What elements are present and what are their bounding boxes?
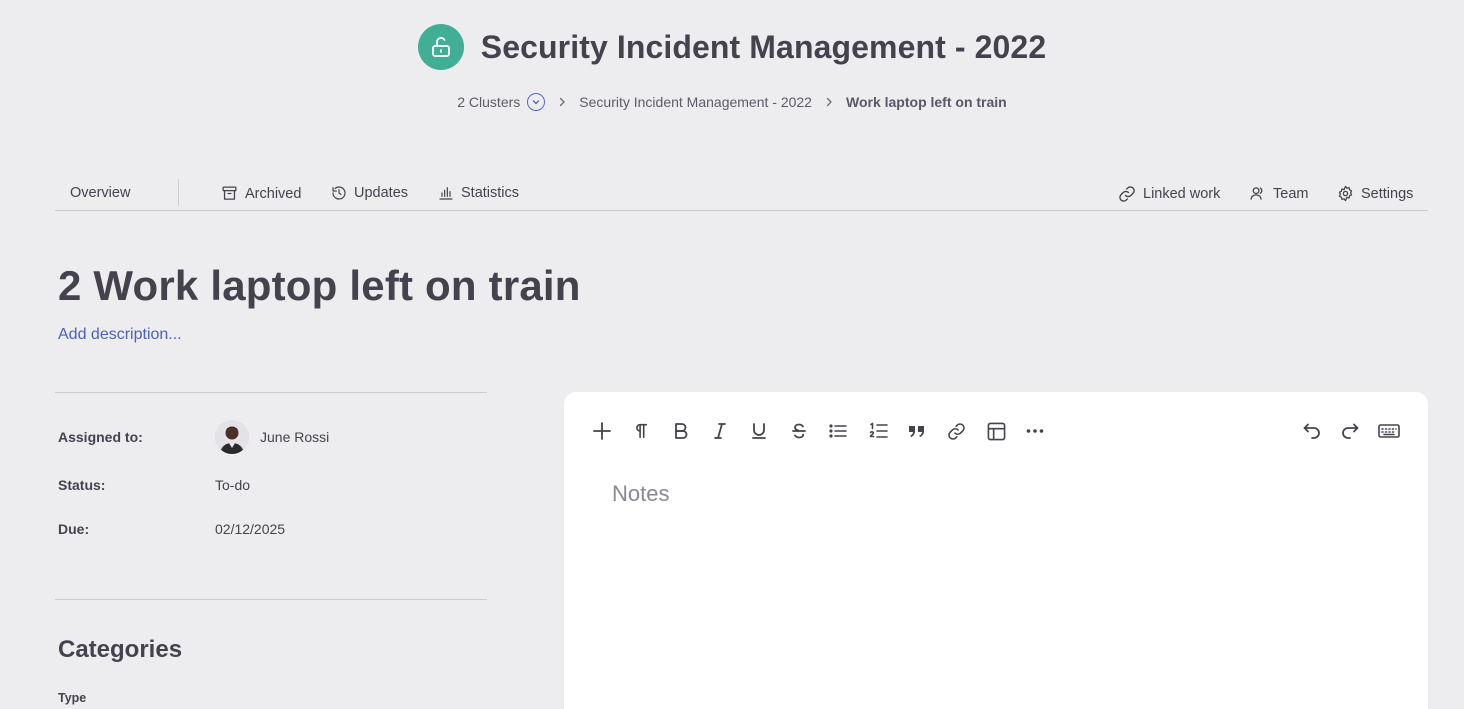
chevron-right-icon [825,97,833,107]
user-icon [1250,187,1263,200]
add-description-link[interactable]: Add description... [58,326,182,344]
plus-icon[interactable] [590,419,614,443]
breadcrumb-project[interactable]: Security Incident Management - 2022 [579,94,812,110]
due-value[interactable]: 02/12/2025 [215,521,285,537]
assignee[interactable]: June Rossi [215,420,329,454]
categories-title: Categories [58,636,183,663]
type-label: Type [58,691,87,705]
page-header: Security Incident Management - 2022 [0,24,1464,70]
undo-icon[interactable] [1300,419,1324,443]
status-value[interactable]: To-do [215,477,250,493]
underline-icon[interactable] [747,419,771,443]
more-icon[interactable] [1023,419,1047,443]
status-label: Status: [58,477,106,493]
app-title: Security Incident Management - 2022 [480,28,1047,65]
tab-statistics[interactable]: Statistics [438,185,519,201]
bullet-list-icon[interactable] [826,419,850,443]
tab-team-label: Team [1273,185,1309,202]
divider [55,392,487,393]
due-label: Due: [58,521,90,537]
notes-editor: Notes [564,392,1428,709]
tab-overview[interactable]: Overview [70,185,130,201]
link-icon[interactable] [944,419,968,443]
divider [55,599,487,600]
gear-icon [1338,185,1353,202]
chevron-down-icon[interactable] [527,93,546,111]
tab-statistics-label: Statistics [461,185,520,201]
tab-updates[interactable]: Updates [331,185,408,201]
breadcrumb-clusters[interactable]: 2 Clusters [457,93,546,111]
nav-divider [178,179,179,206]
table-icon[interactable] [984,419,1008,443]
archive-icon [222,186,237,200]
item-title: 2 Work laptop left on train [58,262,581,309]
numbered-list-icon[interactable] [866,419,890,443]
assigned-label: Assigned to: [58,429,143,445]
tab-archived-label: Archived [245,185,302,202]
page: Security Incident Management - 2022 2 Cl… [0,0,1464,709]
lock-open-icon [417,24,464,70]
redo-icon[interactable] [1338,419,1362,443]
strikethrough-icon[interactable] [787,419,811,443]
keyboard-icon[interactable] [1377,419,1401,443]
tab-updates-label: Updates [354,185,409,201]
breadcrumb-current: Work laptop left on train [845,94,1007,110]
tab-bar: Overview Archived Updates Statistics Lin… [55,179,1428,211]
breadcrumb: 2 Clusters Security Incident Management … [0,93,1464,111]
avatar [215,420,249,454]
notes-input[interactable]: Notes [612,481,669,507]
tab-settings[interactable]: Settings [1337,185,1413,202]
tab-linked-work-label: Linked work [1143,186,1221,202]
tab-team[interactable]: Team [1249,185,1308,202]
italic-icon[interactable] [708,419,732,443]
tab-archived[interactable]: Archived [221,185,301,202]
assignee-name: June Rossi [260,429,330,445]
tab-linked-work[interactable]: Linked work [1118,185,1220,203]
history-icon [332,186,346,200]
link-icon [1119,186,1135,202]
tab-overview-label: Overview [70,185,131,201]
breadcrumb-clusters-label: 2 Clusters [457,94,521,110]
quote-icon[interactable] [905,419,929,443]
tab-settings-label: Settings [1361,185,1414,202]
chevron-right-icon [558,97,566,107]
bar-chart-icon [439,187,453,200]
bold-icon[interactable] [669,419,693,443]
paragraph-icon[interactable] [629,419,653,443]
